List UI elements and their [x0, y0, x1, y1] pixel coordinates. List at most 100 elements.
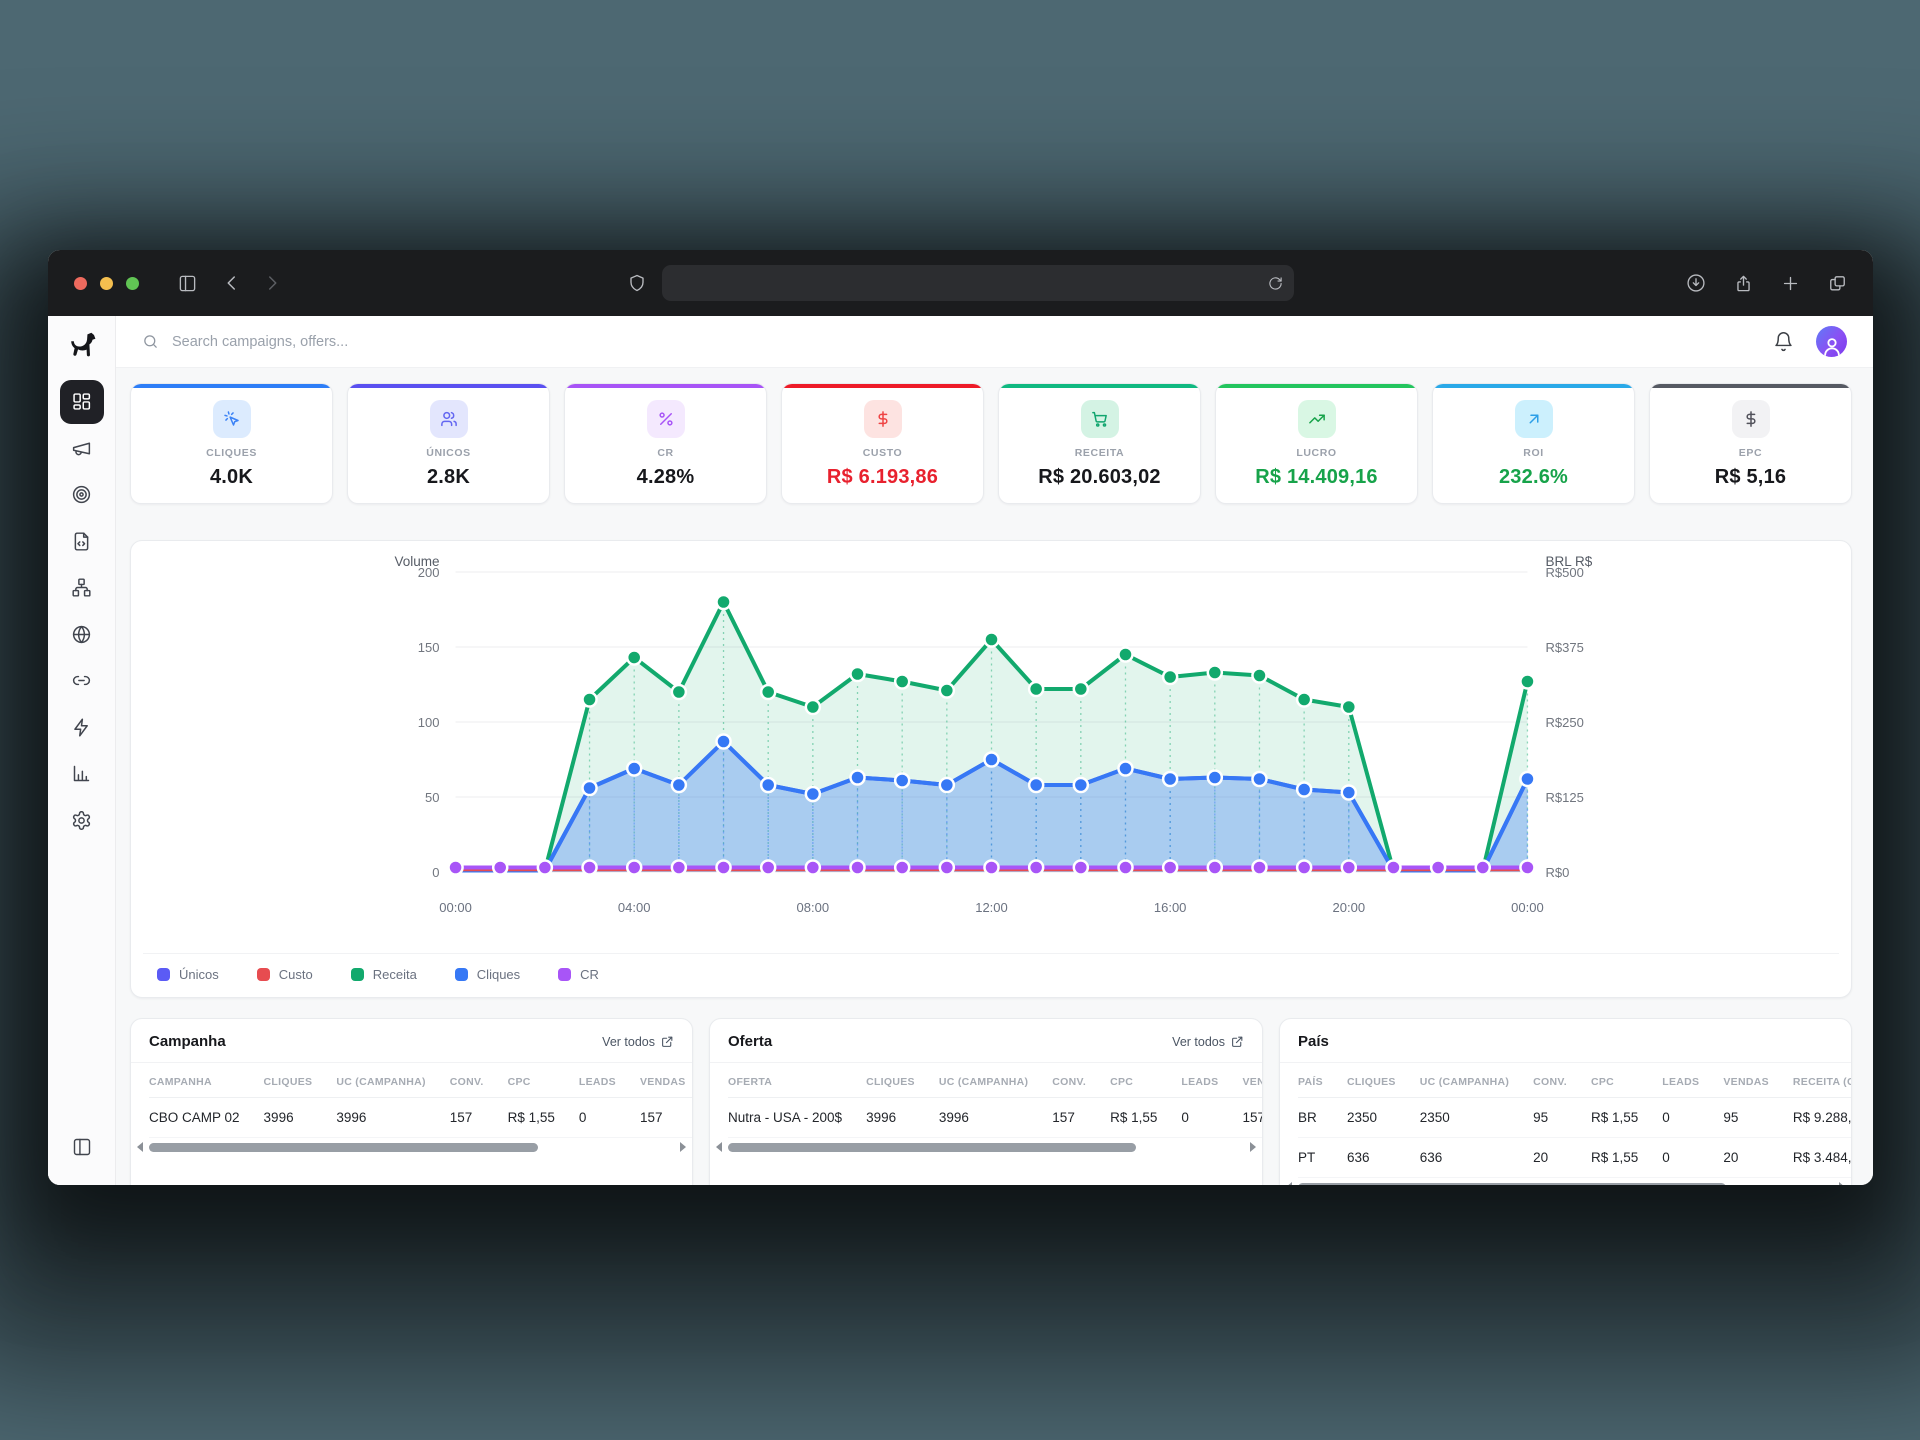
top-header — [116, 316, 1873, 368]
kpi-accent-bar — [782, 384, 983, 388]
horizontal-scrollbar — [1280, 1178, 1851, 1185]
sidebar-item-landers[interactable] — [60, 519, 104, 563]
sidebar-item-offers[interactable] — [60, 473, 104, 517]
trending-up-icon — [1308, 410, 1326, 428]
scroll-left-arrow[interactable] — [716, 1142, 722, 1152]
kpi-label: CR — [657, 447, 673, 459]
kpi-card-únicos: ÚNICOS2.8K — [347, 383, 550, 504]
kpi-label: CLIQUES — [206, 447, 257, 459]
scroll-right-arrow[interactable] — [1839, 1182, 1845, 1185]
file-code-icon — [71, 531, 92, 552]
downloads-button[interactable] — [1686, 273, 1706, 293]
scroll-right-arrow[interactable] — [680, 1142, 686, 1152]
sidebar-item-settings[interactable] — [60, 798, 104, 842]
ver-todos-link[interactable]: Ver todos — [602, 1035, 674, 1049]
sidebar-item-links[interactable] — [60, 659, 104, 703]
tab-overview-button[interactable] — [1828, 274, 1847, 293]
column-header: CLIQUES — [1347, 1065, 1420, 1098]
kpi-accent-bar — [999, 384, 1200, 388]
scroll-left-arrow[interactable] — [137, 1142, 143, 1152]
kpi-label: ROI — [1523, 447, 1543, 459]
layout-dashboard-icon — [71, 391, 92, 412]
sidebar-collapse-button[interactable] — [60, 1125, 104, 1169]
forward-button[interactable] — [263, 274, 281, 292]
legend-item-receita[interactable]: Receita — [351, 967, 417, 982]
scroll-left-arrow[interactable] — [1286, 1182, 1292, 1185]
column-header: CLIQUES — [866, 1065, 939, 1098]
kpi-icon-badge — [864, 400, 902, 438]
svg-text:100: 100 — [418, 715, 440, 730]
svg-text:08:00: 08:00 — [797, 900, 830, 915]
cart-icon — [1091, 410, 1109, 428]
notifications-bell-icon[interactable] — [1773, 331, 1794, 352]
breakdown-tables-row: Campanha Ver todos CAMPANHACLIQUESUC (CA… — [130, 1018, 1852, 1185]
legend-item-custo[interactable]: Custo — [257, 967, 313, 982]
browser-window: CLIQUES 4.0K ÚNICOS2.8K CR 4.28% CUSTOR$ 6.19… — [48, 250, 1873, 1185]
search-input[interactable] — [170, 333, 590, 351]
svg-text:150: 150 — [418, 640, 440, 655]
gear-icon — [71, 810, 92, 831]
kpi-accent-bar — [1433, 384, 1634, 388]
scrollbar-thumb[interactable] — [149, 1143, 538, 1152]
legend-swatch — [351, 968, 364, 981]
legend-item-cr[interactable]: CR — [558, 967, 599, 982]
kpi-value: 4.28% — [637, 466, 695, 489]
url-bar[interactable] — [662, 265, 1294, 301]
svg-text:00:00: 00:00 — [439, 900, 472, 915]
legend-swatch — [558, 968, 571, 981]
kpi-card-custo: CUSTOR$ 6.193,86 — [781, 383, 984, 504]
sidebar-item-domains[interactable] — [60, 612, 104, 656]
legend-item-únicos[interactable]: Únicos — [157, 967, 219, 982]
shield-icon[interactable] — [628, 274, 646, 292]
scroll-right-arrow[interactable] — [1250, 1142, 1256, 1152]
zoom-window-button[interactable] — [126, 277, 139, 290]
new-tab-button[interactable] — [1781, 274, 1800, 293]
user-avatar[interactable] — [1816, 326, 1847, 357]
scrollbar-thumb[interactable] — [1298, 1183, 1726, 1186]
minimize-window-button[interactable] — [100, 277, 113, 290]
kpi-value: 4.0K — [210, 466, 253, 489]
global-search[interactable] — [142, 333, 1773, 351]
column-header: VENDAS — [1242, 1065, 1262, 1098]
refresh-icon[interactable] — [1268, 276, 1283, 291]
browser-sidebar-toggle[interactable] — [178, 274, 197, 293]
sidebar-item-flows[interactable] — [60, 566, 104, 610]
mouse-pointer-click-icon — [223, 410, 241, 428]
ver-todos-link[interactable]: Ver todos — [1172, 1035, 1244, 1049]
svg-text:20:00: 20:00 — [1333, 900, 1366, 915]
column-header: UC (CAMPANHA) — [939, 1065, 1052, 1098]
column-header: OFERTA — [728, 1065, 866, 1098]
table-row: CBO CAMP 0239963996157R$ 1,550157R — [149, 1098, 692, 1138]
close-window-button[interactable] — [74, 277, 87, 290]
scrollbar-thumb[interactable] — [728, 1143, 1136, 1152]
performance-chart: 0R$050R$125100R$250150R$375200R$500Volum… — [143, 553, 1839, 953]
svg-text:12:00: 12:00 — [975, 900, 1008, 915]
table-title: Campanha — [149, 1033, 226, 1050]
table-card-pais: País PAÍSCLIQUESUC (CAMPANHA)CONV.CPCLEA… — [1279, 1018, 1852, 1185]
svg-text:16:00: 16:00 — [1154, 900, 1187, 915]
column-header: CLIQUES — [264, 1065, 337, 1098]
legend-swatch — [455, 968, 468, 981]
kpi-label: ÚNICOS — [426, 447, 470, 459]
svg-text:R$250: R$250 — [1545, 715, 1583, 730]
kpi-value: R$ 20.603,02 — [1038, 466, 1161, 489]
kpi-value: R$ 6.193,86 — [827, 466, 938, 489]
kpi-row: CLIQUES 4.0K ÚNICOS2.8K CR 4.28% CUSTOR$ 6.19… — [130, 383, 1852, 504]
legend-item-cliques[interactable]: Cliques — [455, 967, 520, 982]
table-card-campanha: Campanha Ver todos CAMPANHACLIQUESUC (CA… — [130, 1018, 693, 1185]
network-icon — [71, 577, 92, 598]
back-button[interactable] — [223, 274, 241, 292]
sidebar-item-dashboard[interactable] — [60, 380, 104, 424]
megaphone-icon — [71, 438, 92, 459]
sidebar-item-reports[interactable] — [60, 752, 104, 796]
kpi-label: LUCRO — [1296, 447, 1336, 459]
zap-icon — [71, 717, 92, 738]
share-button[interactable] — [1734, 274, 1753, 293]
dog-logo — [67, 330, 97, 365]
sidebar-item-campaigns[interactable] — [60, 426, 104, 470]
kpi-icon-badge — [213, 400, 251, 438]
column-header: CONV. — [1533, 1065, 1591, 1098]
sidebar-item-automation[interactable] — [60, 705, 104, 749]
percent-icon — [657, 410, 675, 428]
kpi-card-cliques: CLIQUES 4.0K — [130, 383, 333, 504]
